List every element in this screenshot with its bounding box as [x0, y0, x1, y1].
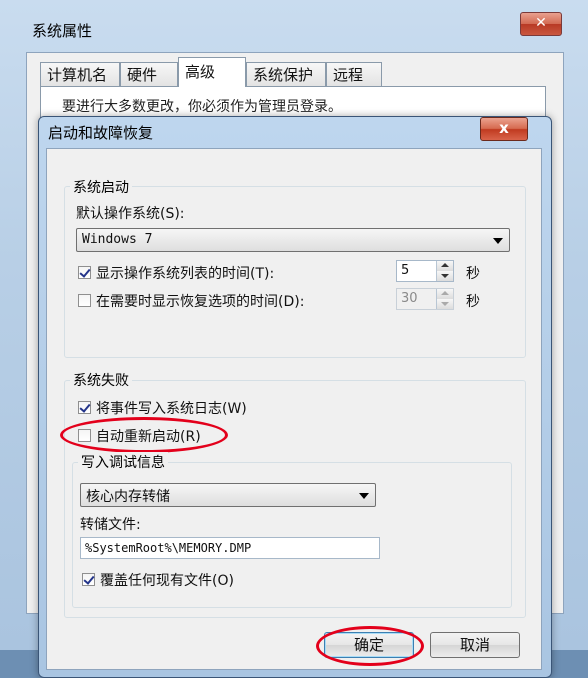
seconds-unit-label: 秒 — [466, 294, 480, 310]
show-recovery-seconds-value: 30 — [401, 291, 418, 306]
tab-system-protection[interactable]: 系统保护 — [246, 62, 326, 86]
overwrite-checkbox[interactable] — [82, 573, 95, 586]
debug-info-group-label: 写入调试信息 — [78, 452, 168, 472]
system-failure-group-label: 系统失败 — [70, 370, 132, 390]
dialog-close-button[interactable]: x — [480, 117, 528, 141]
seconds-unit-label: 秒 — [466, 266, 480, 282]
chevron-down-icon — [493, 238, 503, 244]
tab-computer-name[interactable]: 计算机名 — [40, 62, 120, 86]
tab-remote[interactable]: 远程 — [326, 62, 382, 86]
write-log-label: 将事件写入系统日志(W) — [96, 401, 247, 417]
spin-down-icon[interactable] — [437, 271, 453, 281]
debug-type-value: 核心内存转储 — [86, 489, 170, 505]
write-log-checkbox[interactable] — [78, 401, 91, 414]
show-recovery-checkbox[interactable] — [78, 294, 91, 307]
default-os-value: Windows 7 — [82, 232, 153, 247]
debug-type-select[interactable]: 核心内存转储 — [80, 483, 376, 507]
default-os-select[interactable]: Windows 7 — [76, 228, 510, 252]
dialog-title: 启动和故障恢复 — [48, 124, 154, 142]
cancel-button[interactable]: 取消 — [430, 632, 520, 658]
show-os-list-seconds-spinner[interactable]: 5 — [396, 260, 454, 282]
show-os-list-label: 显示操作系统列表的时间(T): — [96, 266, 275, 282]
show-recovery-seconds-spinner[interactable]: 30 — [396, 288, 454, 310]
outer-window-title: 系统属性 — [32, 22, 93, 40]
tab-advanced[interactable]: 高级 — [178, 57, 246, 87]
overwrite-label: 覆盖任何现有文件(O) — [100, 573, 234, 589]
red-annotation-circle — [60, 417, 228, 453]
show-os-list-seconds-value: 5 — [401, 263, 410, 278]
system-startup-group-label: 系统启动 — [70, 177, 132, 197]
show-os-list-checkbox[interactable] — [78, 266, 91, 279]
admin-notice: 要进行大多数更改，你必须作为管理员登录。 — [62, 99, 342, 115]
red-annotation-circle — [316, 626, 424, 666]
outer-close-button[interactable]: ✕ — [520, 12, 562, 36]
show-recovery-label: 在需要时显示恢复选项的时间(D): — [96, 294, 305, 310]
spin-down-icon[interactable] — [437, 299, 453, 309]
chevron-down-icon — [359, 493, 369, 499]
tab-hardware[interactable]: 硬件 — [120, 62, 178, 86]
dump-file-input[interactable]: %SystemRoot%\MEMORY.DMP — [80, 537, 380, 559]
dump-file-label: 转储文件: — [80, 517, 141, 533]
default-os-label: 默认操作系统(S): — [76, 206, 185, 222]
